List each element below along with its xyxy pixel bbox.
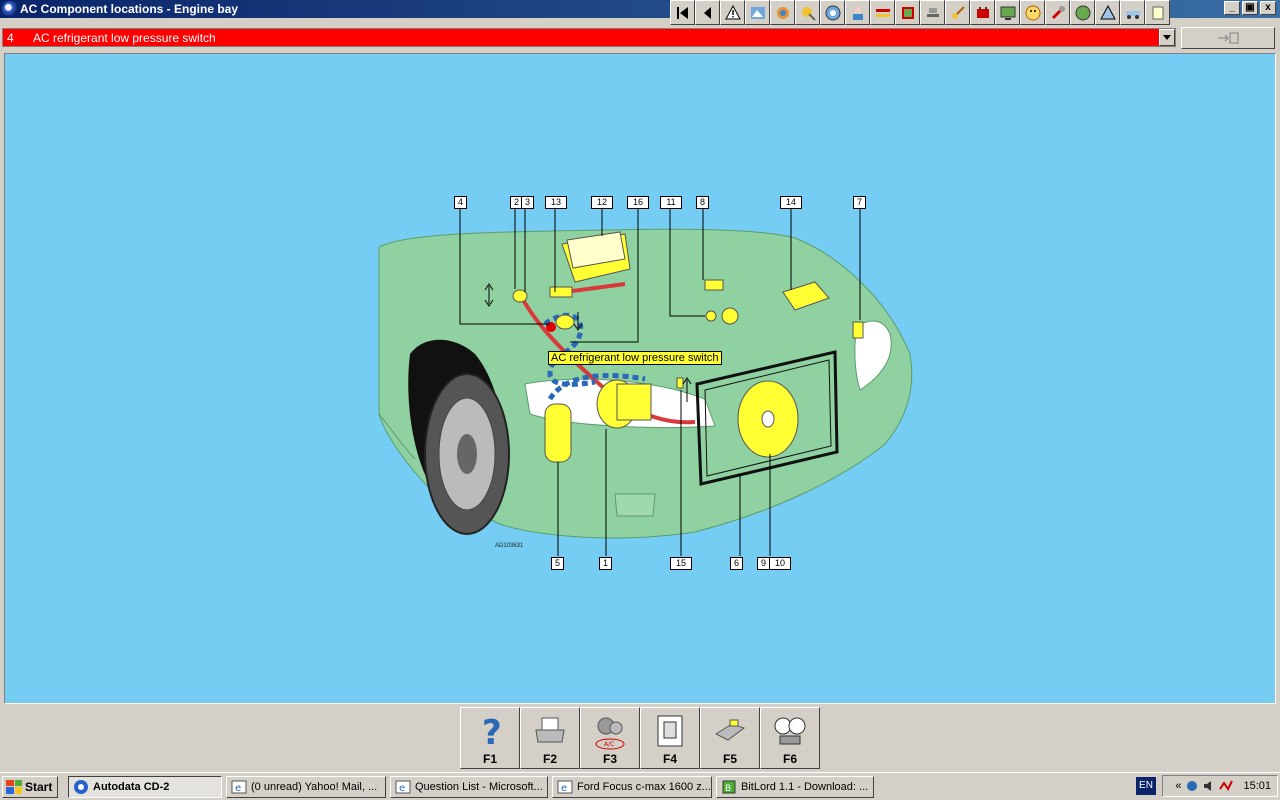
callout-6[interactable]: 6 bbox=[730, 557, 743, 570]
svg-text:A/C: A/C bbox=[604, 741, 614, 748]
tray-expand-icon[interactable]: « bbox=[1175, 780, 1181, 792]
callout-13[interactable]: 13 bbox=[545, 196, 567, 209]
component-icon bbox=[714, 719, 746, 741]
activity-icon[interactable] bbox=[1219, 779, 1235, 793]
window-title: AC Component locations - Engine bay bbox=[20, 2, 239, 16]
task-question-list[interactable]: e Question List - Microsoft... bbox=[390, 775, 548, 798]
network-icon[interactable] bbox=[1185, 779, 1199, 793]
document-icon bbox=[657, 715, 683, 747]
task-bitlord[interactable]: B BitLord 1.1 - Download: ... bbox=[716, 775, 874, 798]
f2-button[interactable]: F2 bbox=[520, 707, 580, 769]
diagram-ref-code: AD103631 bbox=[495, 543, 524, 549]
f3-button[interactable]: A/C F3 bbox=[580, 707, 640, 769]
smiley-icon[interactable] bbox=[1020, 0, 1045, 25]
export-button[interactable] bbox=[1181, 27, 1275, 49]
back-icon[interactable] bbox=[695, 0, 720, 25]
f1-button[interactable]: ? F1 bbox=[460, 707, 520, 769]
help-icon: ? bbox=[482, 714, 502, 750]
taskbar: Start Autodata CD-2 e (0 unread) Yahoo! … bbox=[0, 772, 1280, 800]
ie-icon: e bbox=[231, 780, 247, 794]
component-label: AC refrigerant low pressure switch bbox=[33, 30, 216, 45]
task-autodata[interactable]: Autodata CD-2 bbox=[68, 775, 222, 798]
task-ford-focus[interactable]: e Ford Focus c-max 1600 z... bbox=[552, 775, 712, 798]
ie-icon: e bbox=[395, 780, 411, 794]
svg-text:e: e bbox=[561, 783, 567, 794]
bitlord-icon: B bbox=[722, 780, 736, 794]
function-keys: ? F1 F2 A/C F3 F4 F5 F6 bbox=[460, 707, 820, 769]
ie-icon: e bbox=[557, 780, 573, 794]
callout-4[interactable]: 4 bbox=[454, 196, 467, 209]
globe-icon[interactable] bbox=[1070, 0, 1095, 25]
language-indicator[interactable]: EN bbox=[1136, 777, 1156, 795]
maximize-button[interactable]: ▣ bbox=[1242, 1, 1258, 15]
fuse-box-icon[interactable] bbox=[895, 0, 920, 25]
svg-text:?: ? bbox=[482, 714, 502, 750]
system-tray: « 15:01 bbox=[1162, 775, 1278, 797]
technician-icon[interactable] bbox=[845, 0, 870, 25]
gauge-icon bbox=[774, 717, 806, 745]
battery-icon[interactable] bbox=[970, 0, 995, 25]
printer-icon bbox=[535, 717, 565, 743]
lift-icon[interactable] bbox=[920, 0, 945, 25]
monitor-icon[interactable] bbox=[995, 0, 1020, 25]
callout-10[interactable]: 10 bbox=[769, 557, 791, 570]
engine-bay-diagram bbox=[378, 209, 913, 556]
window-controls: _ ▣ x bbox=[1222, 1, 1276, 17]
car-icon[interactable] bbox=[1120, 0, 1145, 25]
svg-text:e: e bbox=[235, 783, 241, 794]
toolbar bbox=[670, 0, 1170, 26]
tools-icon[interactable] bbox=[795, 0, 820, 25]
triangle-icon[interactable] bbox=[1095, 0, 1120, 25]
wrench-icon[interactable] bbox=[1045, 0, 1070, 25]
engine-icon[interactable] bbox=[770, 0, 795, 25]
callout-1[interactable]: 1 bbox=[599, 557, 612, 570]
app-icon bbox=[2, 1, 18, 17]
wheel-icon[interactable] bbox=[820, 0, 845, 25]
minimize-button[interactable]: _ bbox=[1224, 1, 1240, 15]
windows-logo-icon bbox=[6, 779, 22, 794]
callout-11[interactable]: 11 bbox=[660, 196, 682, 209]
callout-16[interactable]: 16 bbox=[627, 196, 649, 209]
component-tooltip: AC refrigerant low pressure switch bbox=[548, 351, 722, 365]
callout-12[interactable]: 12 bbox=[591, 196, 613, 209]
close-button[interactable]: x bbox=[1260, 1, 1276, 15]
map-icon[interactable] bbox=[745, 0, 770, 25]
callout-14[interactable]: 14 bbox=[780, 196, 802, 209]
key-icon[interactable] bbox=[945, 0, 970, 25]
ac-compressor-icon: A/C bbox=[595, 717, 625, 750]
callout-8[interactable]: 8 bbox=[696, 196, 709, 209]
autodata-icon bbox=[74, 779, 88, 794]
f6-button[interactable]: F6 bbox=[760, 707, 820, 769]
task-yahoo-mail[interactable]: e (0 unread) Yahoo! Mail, ... bbox=[226, 775, 386, 798]
start-button[interactable]: Start bbox=[2, 775, 58, 798]
chevron-down-icon[interactable] bbox=[1159, 29, 1175, 46]
first-page-icon[interactable] bbox=[670, 0, 695, 25]
callout-7[interactable]: 7 bbox=[853, 196, 866, 209]
diagram-canvas: 4 2 3 13 12 16 11 8 14 7 5 1 15 6 9 10 A… bbox=[4, 53, 1276, 704]
component-selector[interactable]: 4 AC refrigerant low pressure switch bbox=[2, 28, 1176, 47]
clock[interactable]: 15:01 bbox=[1243, 780, 1271, 792]
speaker-icon[interactable] bbox=[1202, 779, 1216, 793]
f4-button[interactable]: F4 bbox=[640, 707, 700, 769]
callout-15[interactable]: 15 bbox=[670, 557, 692, 570]
export-icon bbox=[1218, 32, 1239, 44]
note-icon[interactable] bbox=[1145, 0, 1170, 25]
component-number: 4 bbox=[7, 30, 14, 45]
callout-3[interactable]: 3 bbox=[521, 196, 534, 209]
belt-icon[interactable] bbox=[870, 0, 895, 25]
warning-icon[interactable] bbox=[720, 0, 745, 25]
f5-button[interactable]: F5 bbox=[700, 707, 760, 769]
callout-5[interactable]: 5 bbox=[551, 557, 564, 570]
svg-text:B: B bbox=[725, 784, 731, 794]
svg-text:e: e bbox=[399, 783, 405, 794]
